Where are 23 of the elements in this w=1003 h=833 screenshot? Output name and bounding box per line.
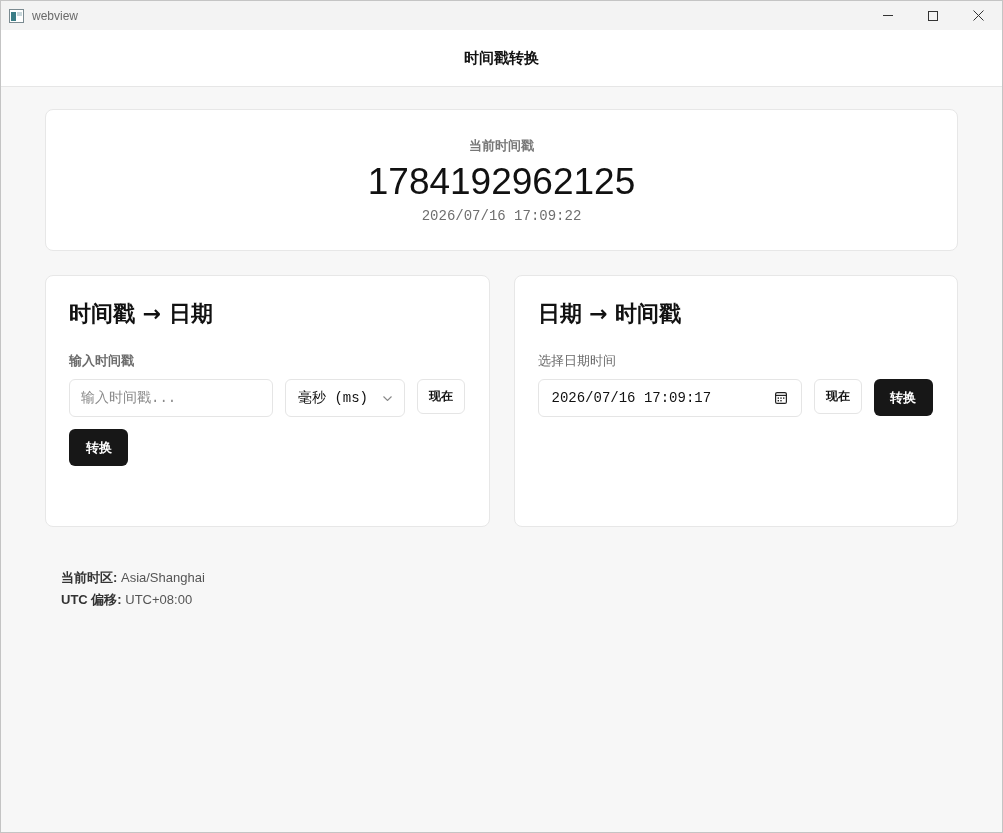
field-label: 输入时间戳: [69, 352, 135, 370]
current-timestamp: 1784192962125: [367, 160, 636, 204]
timezone-info: UTC 偏移: UTC+08:00: [61, 591, 194, 609]
timezone-info: 当前时区: Asia/Shanghai: [61, 569, 206, 587]
now-button[interactable]: 现在: [813, 379, 862, 414]
maximize-icon[interactable]: [928, 10, 938, 21]
unit-select[interactable]: 毫秒 (ms): [285, 379, 405, 417]
field-label: 选择日期时间: [537, 352, 617, 370]
close-icon[interactable]: [973, 10, 984, 21]
page-title: 时间戳转换: [464, 48, 539, 68]
window-title: webview: [32, 8, 79, 23]
card-title: 时间戳 → 日期: [69, 300, 214, 328]
current-datetime: 2026/07/16 17:09:22: [421, 207, 582, 226]
datetime-input[interactable]: 2026/07/16 17:09:17: [537, 379, 802, 417]
app-icon: [9, 8, 24, 23]
now-button[interactable]: 现在: [417, 379, 465, 414]
chevron-down-icon: [383, 395, 392, 401]
convert-button[interactable]: 转换: [69, 429, 128, 466]
convert-button[interactable]: 转换: [873, 379, 933, 416]
calendar-icon[interactable]: [774, 392, 787, 404]
current-timestamp-label: 当前时间戳: [469, 137, 534, 155]
card-title: 日期 → 时间戳: [537, 300, 683, 328]
timestamp-input[interactable]: 输入时间戳...: [69, 379, 273, 417]
